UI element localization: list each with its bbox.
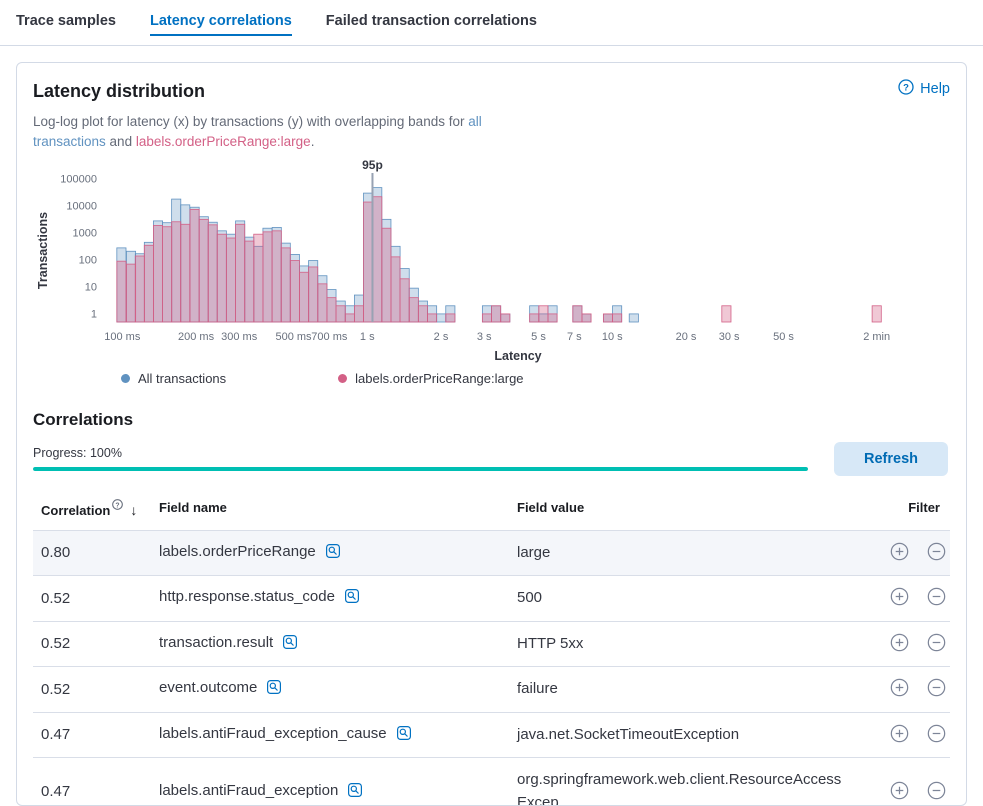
correlation-info-icon[interactable]: ? [112,498,123,513]
filter-include-button[interactable] [890,724,909,746]
svg-text:500 ms: 500 ms [275,331,312,343]
svg-text:100 ms: 100 ms [104,331,141,343]
correlation-row[interactable]: 0.52 event.outcome failure [33,667,950,713]
correlation-value: 0.47 [33,712,151,758]
field-value: org.springframework.web.client.ResourceA… [509,758,850,806]
correlations-table: Correlation?↓ Field name Field value Fil… [33,492,950,806]
inspect-field-icon[interactable] [344,588,360,608]
inspect-field-icon[interactable] [325,543,341,563]
progress-bar [33,467,808,471]
correlations-title: Correlations [33,410,950,430]
help-icon: ? [898,79,914,99]
legend-dot-all-transactions [121,374,130,383]
field-name: labels.antiFraud_exception [159,782,338,799]
svg-text:30 s: 30 s [719,331,740,343]
svg-text:7 s: 7 s [567,331,582,343]
svg-text:2 min: 2 min [863,331,890,343]
svg-text:1 s: 1 s [360,331,375,343]
field-name: labels.antiFraud_exception_cause [159,725,387,742]
filter-include-button[interactable] [890,542,909,564]
sort-descending-icon: ↓ [130,502,137,518]
field-name: transaction.result [159,634,273,651]
tab-bar: Trace samples Latency correlations Faile… [0,0,983,46]
svg-text:5 s: 5 s [531,331,546,343]
chart-description: Log-log plot for latency (x) by transact… [33,112,513,153]
svg-text:10000: 10000 [66,200,97,212]
svg-text:Transactions: Transactions [36,211,50,288]
correlation-value: 0.52 [33,576,151,622]
inspect-field-icon[interactable] [266,679,282,699]
correlation-value: 0.52 [33,667,151,713]
field-value: HTTP 5xx [509,621,850,667]
svg-text:300 ms: 300 ms [221,331,258,343]
filter-exclude-button[interactable] [927,542,946,564]
field-value-link[interactable]: labels.orderPriceRange:large [136,134,311,149]
svg-text:200 ms: 200 ms [178,331,215,343]
svg-text:3 s: 3 s [477,331,492,343]
correlation-value: 0.80 [33,530,151,576]
field-name: event.outcome [159,679,257,696]
chart-legend: All transactions labels.orderPriceRange:… [121,371,950,386]
filter-include-button[interactable] [890,633,909,655]
field-value: 500 [509,576,850,622]
progress-label: Progress: 100% [33,446,808,460]
latency-correlations-panel: Latency distribution ? Help Log-log plot… [16,62,967,806]
correlation-value: 0.47 [33,758,151,806]
svg-text:95p: 95p [362,159,383,172]
field-value: large [509,530,850,576]
help-link[interactable]: ? Help [898,79,950,99]
column-header-correlation[interactable]: Correlation?↓ [33,492,151,531]
svg-text:20 s: 20 s [676,331,697,343]
svg-text:10: 10 [85,281,97,293]
filter-include-button[interactable] [890,678,909,700]
inspect-field-icon[interactable] [347,782,363,802]
filter-exclude-button[interactable] [927,587,946,609]
correlation-row[interactable]: 0.47 labels.antiFraud_exception org.spri… [33,758,950,806]
filter-exclude-button[interactable] [927,633,946,655]
svg-text:100: 100 [79,254,97,266]
column-header-field-value[interactable]: Field value [509,492,850,531]
svg-text:?: ? [116,502,120,509]
field-name: http.response.status_code [159,588,335,605]
column-header-field-name[interactable]: Field name [151,492,509,531]
tab-latency-correlations[interactable]: Latency correlations [150,0,292,45]
inspect-field-icon[interactable] [396,725,412,745]
svg-text:50 s: 50 s [773,331,794,343]
field-value: java.net.SocketTimeoutException [509,712,850,758]
panel-title: Latency distribution [33,81,205,102]
filter-include-button[interactable] [890,781,909,803]
filter-exclude-button[interactable] [927,678,946,700]
filter-exclude-button[interactable] [927,724,946,746]
tab-failed-transaction-correlations[interactable]: Failed transaction correlations [326,0,537,45]
field-name: labels.orderPriceRange [159,543,316,560]
field-value: failure [509,667,850,713]
latency-distribution-chart[interactable]: 1 10 100 1000 10000 100000 Transactions 100 ms 2… [33,159,945,367]
svg-text:?: ? [903,83,909,94]
svg-text:100000: 100000 [60,173,97,185]
svg-text:2 s: 2 s [434,331,449,343]
legend-dot-order-price-range [338,374,347,383]
svg-text:700 ms: 700 ms [311,331,348,343]
legend-order-price-range[interactable]: labels.orderPriceRange:large [338,371,523,386]
svg-text:10 s: 10 s [602,331,623,343]
progress-bar-fill [33,467,808,471]
filter-exclude-button[interactable] [927,781,946,803]
svg-text:1000: 1000 [73,227,97,239]
column-header-filter: Filter [850,492,950,531]
legend-all-transactions[interactable]: All transactions [121,371,226,386]
refresh-button[interactable]: Refresh [834,442,948,476]
filter-include-button[interactable] [890,587,909,609]
correlation-row[interactable]: 0.52 transaction.result HTTP 5xx [33,621,950,667]
table-header-row: Correlation?↓ Field name Field value Fil… [33,492,950,531]
correlation-row[interactable]: 0.80 labels.orderPriceRange large [33,530,950,576]
svg-text:1: 1 [91,308,97,320]
correlation-row[interactable]: 0.52 http.response.status_code 500 [33,576,950,622]
correlation-row[interactable]: 0.47 labels.antiFraud_exception_cause ja… [33,712,950,758]
correlation-value: 0.52 [33,621,151,667]
progress-row: Progress: 100% Refresh [33,442,950,476]
inspect-field-icon[interactable] [282,634,298,654]
tab-trace-samples[interactable]: Trace samples [16,0,116,45]
svg-text:Latency: Latency [494,349,541,363]
